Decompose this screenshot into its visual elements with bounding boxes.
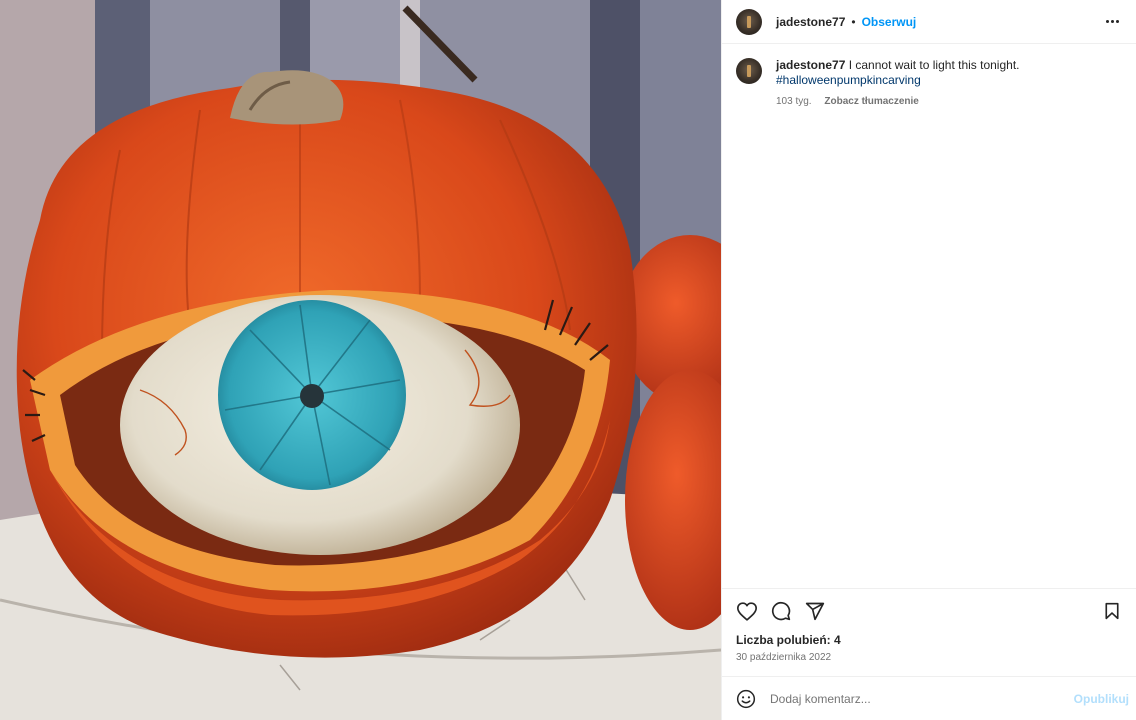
bookmark-icon[interactable] — [1101, 600, 1123, 622]
caption-text: I cannot wait to light this tonight. — [848, 58, 1020, 72]
heart-icon[interactable] — [736, 600, 758, 622]
more-options-icon[interactable] — [1102, 12, 1122, 32]
smiley-icon[interactable] — [736, 689, 756, 709]
post-image[interactable] — [0, 0, 721, 720]
carved-pumpkin-eye-photo — [0, 0, 721, 720]
caption-avatar[interactable] — [736, 58, 762, 84]
action-bar: Liczba polubień: 4 30 października 2022 — [722, 588, 1136, 663]
comment-bar: Opublikuj — [722, 676, 1136, 720]
post-header: jadestone77 • Obserwuj — [722, 0, 1136, 44]
comment-bubble-icon[interactable] — [770, 600, 792, 622]
translate-button[interactable]: Zobacz tłumaczenie — [824, 96, 918, 107]
send-arrow-icon[interactable] — [804, 600, 826, 622]
likes-count[interactable]: Liczba polubień: 4 — [736, 633, 1123, 647]
publish-button[interactable]: Opublikuj — [1074, 692, 1129, 706]
post-side-panel: jadestone77 • Obserwuj jadestone77 I can… — [721, 0, 1136, 720]
comment-input[interactable] — [770, 691, 1074, 706]
follow-button[interactable]: Obserwuj — [862, 15, 917, 29]
avatar[interactable] — [736, 8, 762, 35]
username-link[interactable]: jadestone77 — [776, 15, 845, 29]
hashtag-link[interactable]: #halloweenpumpkincarving — [776, 73, 1019, 88]
caption-username[interactable]: jadestone77 — [776, 58, 845, 72]
caption: jadestone77 I cannot wait to light this … — [722, 44, 1136, 109]
post-age[interactable]: 103 tyg. — [776, 96, 812, 107]
post-date[interactable]: 30 października 2022 — [736, 652, 1123, 663]
separator-dot: • — [851, 14, 856, 29]
